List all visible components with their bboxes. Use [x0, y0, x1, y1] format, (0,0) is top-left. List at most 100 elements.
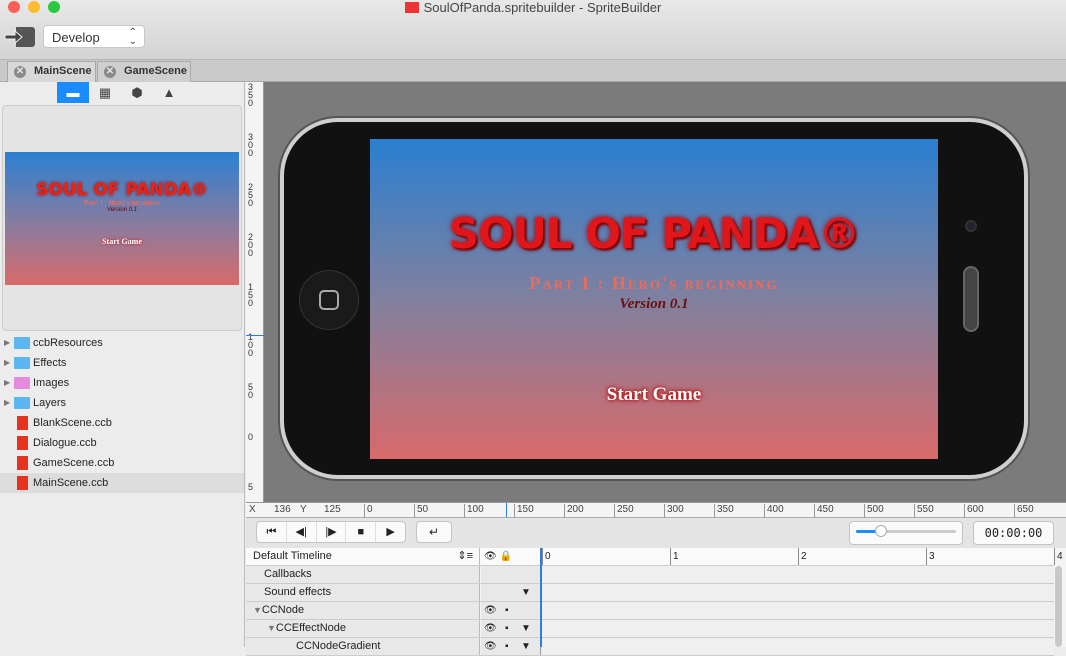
- loop-icon[interactable]: ↵: [416, 521, 452, 543]
- ruler-label: 0: [364, 504, 373, 518]
- row-label: Sound effects: [264, 586, 332, 598]
- file-label: GameScene.ccb: [33, 457, 115, 469]
- file-label: ccbResources: [33, 337, 103, 349]
- scene-thumbnail: SOUL OF PANDA® Part I : Hero's beginning…: [5, 152, 239, 285]
- disclosure-triangle-icon[interactable]: ▼: [267, 623, 276, 633]
- header-icons: 👁 🔒: [481, 548, 541, 565]
- close-tab-icon[interactable]: ✕: [14, 66, 26, 78]
- file-item[interactable]: ▶ Layers: [0, 393, 244, 413]
- warning-icon[interactable]: ▲: [153, 82, 185, 103]
- scene-preview-panel: SOUL OF PANDA® Part I : Hero's beginning…: [2, 105, 242, 331]
- transport-buttons: ⏮ ◀| |▶ ■ ▶: [256, 521, 406, 543]
- sidebar: ▬ ▦ ⬢ ▲ SOUL OF PANDA® Part I : Hero's b…: [0, 82, 245, 647]
- timeline-row[interactable]: CCNodeGradient 👁 ▪ ▼: [246, 638, 1054, 656]
- grid-icon[interactable]: ▦: [89, 82, 121, 103]
- file-item[interactable]: ▶ ccbResources: [0, 333, 244, 353]
- ruler-label: 550: [914, 504, 934, 518]
- start-game-button[interactable]: Start Game: [370, 384, 938, 406]
- thumb-subtitle: Part I : Hero's beginning: [83, 200, 161, 207]
- timeline-zoom-slider[interactable]: [849, 521, 963, 545]
- skip-to-start-icon[interactable]: ⏮: [257, 522, 287, 542]
- cube-icon[interactable]: ⬢: [121, 82, 153, 103]
- row-icons: 👁 ▪: [481, 602, 541, 619]
- step-back-icon[interactable]: ◀|: [287, 522, 317, 542]
- timeline-header: Default Timeline ⇕≡ 👁 🔒 0 1 2 3 4: [246, 548, 1063, 566]
- ruler-label: 250: [248, 182, 254, 208]
- row-track[interactable]: [542, 620, 1054, 637]
- timeline-menu-icon[interactable]: ⇕≡: [457, 548, 473, 565]
- ruler-label: 5: [248, 482, 254, 492]
- row-icons: ▼: [481, 584, 541, 601]
- ruler-label: 300: [248, 132, 254, 158]
- row-track[interactable]: [542, 584, 1054, 601]
- ruler-label: 450: [814, 504, 834, 518]
- ruler-label: 500: [864, 504, 884, 518]
- playhead[interactable]: [540, 548, 542, 647]
- timeline-row[interactable]: ▼CCNode 👁 ▪: [246, 602, 1054, 620]
- eye-icon[interactable]: 👁: [484, 620, 497, 637]
- folder-icon[interactable]: ▬: [57, 82, 89, 103]
- close-tab-icon[interactable]: ✕: [104, 66, 116, 78]
- row-label: CCNodeGradient: [296, 640, 381, 652]
- lock-toggle-icon[interactable]: ▪: [505, 602, 509, 619]
- row-track[interactable]: [542, 602, 1054, 619]
- ruler-label: 200: [248, 232, 254, 258]
- stop-icon[interactable]: ■: [346, 522, 377, 542]
- time-tick-label: 3: [926, 548, 935, 565]
- row-label: CCNode: [261, 604, 305, 616]
- thumb-start-button: Start Game: [102, 237, 142, 246]
- scene-subtitle[interactable]: Part I : Hero's beginning: [370, 273, 938, 294]
- disclosure-triangle-icon[interactable]: ▶: [4, 373, 10, 393]
- file-item[interactable]: BlankScene.ccb: [0, 413, 244, 433]
- timeline-scrollbar[interactable]: [1055, 566, 1062, 647]
- thumb-version: Version 0.1: [106, 207, 138, 213]
- time-ruler[interactable]: 0 1 2 3 4: [542, 548, 1063, 565]
- scene-screen[interactable]: SOUL OF PANDA® Part I : Hero's beginning…: [370, 139, 938, 459]
- file-item[interactable]: GameScene.ccb: [0, 453, 244, 473]
- lock-icon: 🔒: [499, 551, 512, 562]
- disclosure-triangle-icon[interactable]: ▶: [4, 333, 10, 353]
- step-forward-icon[interactable]: |▶: [317, 522, 347, 542]
- dropdown-arrow-icon[interactable]: ▼: [521, 584, 531, 601]
- timeline-row[interactable]: Callbacks: [246, 566, 1054, 584]
- tab-mainscene[interactable]: ✕ MainScene: [7, 61, 96, 82]
- disclosure-triangle-icon[interactable]: ▼: [253, 605, 262, 615]
- ruler-label: 300: [664, 504, 684, 518]
- horizontal-ruler: X 136 Y 125 0 50 100 150 200 250 300 350 400 450 5…: [246, 502, 1066, 518]
- ruler-marker: [246, 335, 264, 336]
- row-label: CCEffectNode: [275, 622, 347, 634]
- speaker-grille: [963, 266, 979, 332]
- file-item[interactable]: MainScene.ccb: [0, 473, 244, 493]
- time-tick-label: 1: [670, 548, 679, 565]
- tab-gamescene[interactable]: ✕ GameScene: [97, 61, 191, 82]
- ccb-file-icon: [17, 416, 28, 430]
- window-title: SoulOfPanda.spritebuilder - SpriteBuilde…: [0, 0, 1066, 15]
- ruler-label: 100: [464, 504, 484, 518]
- target-select[interactable]: Develop ⌃ ⌄: [43, 25, 145, 48]
- file-item[interactable]: ▶ Effects: [0, 353, 244, 373]
- ccb-file-icon: [17, 456, 28, 470]
- disclosure-triangle-icon[interactable]: ▶: [4, 353, 10, 373]
- dropdown-arrow-icon[interactable]: ▼: [521, 620, 531, 637]
- ruler-label: 100: [248, 332, 254, 358]
- timeline-select[interactable]: Default Timeline ⇕≡: [246, 548, 480, 565]
- timeline-row[interactable]: Sound effects ▼: [246, 584, 1054, 602]
- row-track[interactable]: [542, 566, 1054, 583]
- play-icon[interactable]: ▶: [376, 522, 405, 542]
- scene-version[interactable]: Version 0.1: [370, 296, 938, 313]
- file-item[interactable]: ▶ Images: [0, 373, 244, 393]
- lock-toggle-icon[interactable]: ▪: [505, 620, 509, 637]
- ruler-label: 50: [414, 504, 428, 518]
- ruler-label: 650: [1014, 504, 1034, 518]
- timeline-row[interactable]: ▼CCEffectNode 👁 ▪ ▼: [246, 620, 1054, 638]
- disclosure-triangle-icon[interactable]: ▶: [4, 393, 10, 413]
- exit-arrow-icon[interactable]: [4, 26, 36, 48]
- scene-title[interactable]: SOUL OF PANDA®: [370, 209, 938, 258]
- timeline: Default Timeline ⇕≡ 👁 🔒 0 1 2 3 4 Callbacks So…: [246, 548, 1066, 656]
- slider-knob[interactable]: [875, 525, 887, 537]
- document-icon: [404, 2, 419, 13]
- eye-icon[interactable]: 👁: [484, 602, 497, 619]
- file-item[interactable]: Dialogue.ccb: [0, 433, 244, 453]
- row-icons: 👁 ▪ ▼: [481, 620, 541, 637]
- time-display: 00:00:00: [973, 521, 1054, 545]
